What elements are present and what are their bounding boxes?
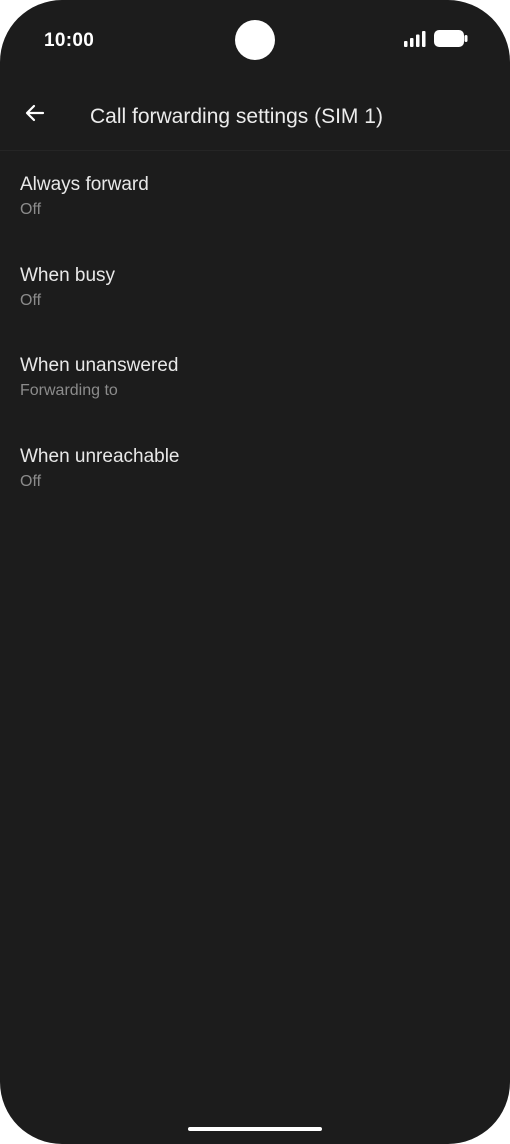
setting-title: Always forward <box>20 174 149 195</box>
status-bar: 10:00 <box>0 0 510 84</box>
setting-summary: Off <box>20 473 42 491</box>
back-button[interactable] <box>14 94 56 136</box>
battery-icon <box>434 30 468 52</box>
setting-summary: Forwarding to <box>20 382 118 400</box>
page-title: Call forwarding settings (SIM 1) <box>90 105 383 128</box>
setting-title: When unanswered <box>20 355 179 377</box>
home-indicator[interactable] <box>188 1127 322 1131</box>
arrow-back-icon <box>23 101 47 130</box>
status-time: 10:00 <box>44 30 95 51</box>
setting-summary: Off <box>20 291 42 309</box>
app-bar: Call forwarding settings (SIM 1) <box>0 84 510 151</box>
setting-title: When busy <box>20 264 116 286</box>
signal-icon <box>404 30 426 52</box>
camera-cutout <box>235 20 275 60</box>
setting-title: When unreachable <box>20 446 180 468</box>
setting-when-unanswered[interactable]: When unanswered Forwarding to <box>0 333 510 424</box>
status-icons <box>404 30 468 52</box>
setting-when-unreachable[interactable]: When unreachable Off <box>0 424 510 515</box>
phone-screen: 10:00 Call forwarding settings (SIM 1) A… <box>0 0 510 1144</box>
setting-always-forward[interactable]: Always forward Off <box>0 152 510 243</box>
setting-when-busy[interactable]: When busy Off <box>0 243 510 334</box>
setting-summary: Off <box>20 201 42 218</box>
settings-list: Always forward Off When busy Off When un… <box>0 152 510 515</box>
